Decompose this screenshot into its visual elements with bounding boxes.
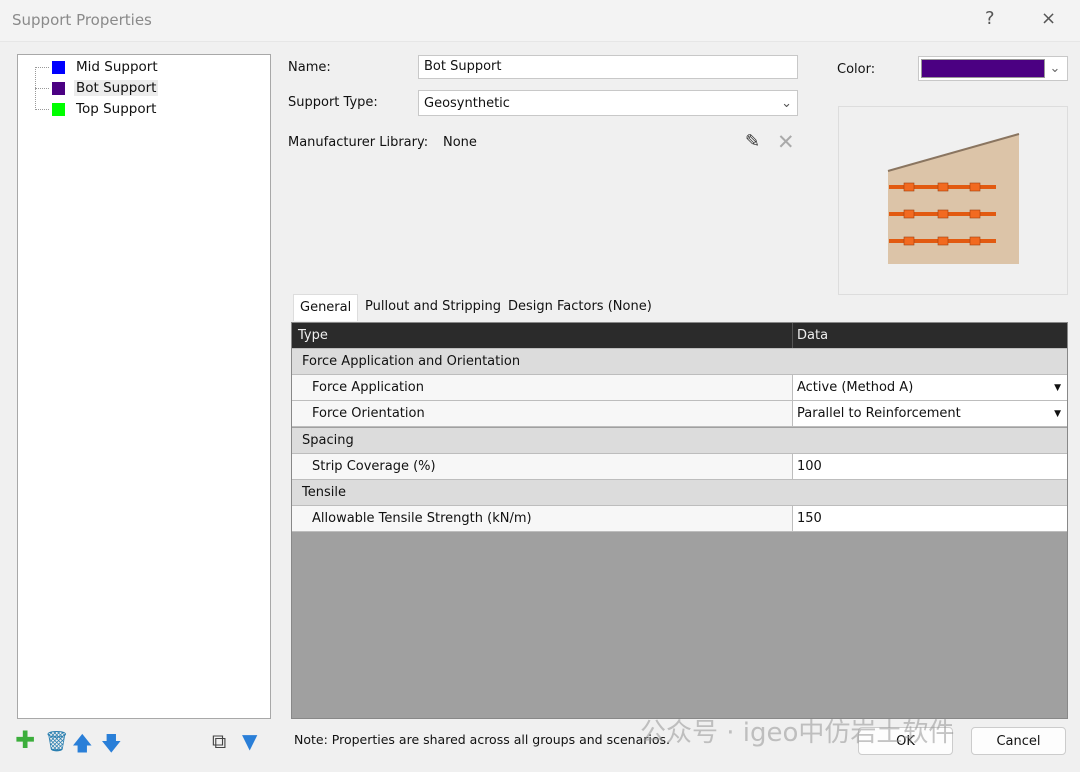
force-orientation-select[interactable]: Parallel to Reinforcement ▼ bbox=[793, 401, 1067, 426]
support-type-value: Geosynthetic bbox=[424, 95, 510, 111]
arrow-down-icon[interactable]: 🡇 bbox=[101, 729, 122, 763]
property-name: Force Application bbox=[292, 375, 793, 400]
clear-x-icon[interactable]: ✕ bbox=[777, 130, 795, 154]
trash-icon[interactable]: 🗑 bbox=[44, 729, 69, 753]
color-picker[interactable]: ⌄ bbox=[918, 56, 1068, 81]
tree-item-top-support[interactable]: Top Support bbox=[52, 99, 158, 119]
table-row[interactable]: Strip Coverage (%) 100 bbox=[292, 454, 1067, 480]
name-label: Name: bbox=[288, 60, 331, 75]
tree-item-label: Bot Support bbox=[74, 80, 159, 96]
color-swatch bbox=[52, 102, 65, 116]
group-row: Force Application and Orientation bbox=[292, 349, 1067, 375]
tab-pullout-and-stripping[interactable]: Pullout and Stripping bbox=[359, 294, 507, 321]
property-value: Parallel to Reinforcement bbox=[797, 406, 961, 421]
tensile-strength-input[interactable]: 150 bbox=[793, 506, 1067, 531]
strip-coverage-input[interactable]: 100 bbox=[793, 454, 1067, 479]
help-button[interactable]: ? bbox=[985, 8, 995, 29]
support-preview bbox=[838, 106, 1068, 295]
close-button[interactable]: × bbox=[1041, 8, 1056, 29]
color-label: Color: bbox=[837, 62, 876, 77]
header-data: Data bbox=[797, 328, 829, 343]
filter-icon[interactable]: ▼ bbox=[242, 729, 257, 753]
reinforced-wall-illustration bbox=[887, 133, 1020, 264]
chevron-down-icon: ⌄ bbox=[781, 95, 792, 111]
footer-note: Note: Properties are shared across all g… bbox=[294, 732, 670, 747]
property-name: Allowable Tensile Strength (kN/m) bbox=[292, 506, 793, 531]
force-application-select[interactable]: Active (Method A) ▼ bbox=[793, 375, 1067, 400]
arrow-up-icon[interactable]: 🡅 bbox=[72, 729, 93, 763]
tab-general[interactable]: General bbox=[293, 294, 359, 321]
color-swatch bbox=[52, 60, 65, 74]
support-tree[interactable]: Mid Support Bot Support Top Support bbox=[17, 54, 271, 719]
name-input[interactable]: Bot Support bbox=[418, 55, 798, 79]
group-row: Spacing bbox=[292, 428, 1067, 454]
property-value: Active (Method A) bbox=[797, 380, 914, 395]
group-row: Tensile bbox=[292, 480, 1067, 506]
tree-item-bot-support[interactable]: Bot Support bbox=[52, 78, 159, 98]
support-type-label: Support Type: bbox=[288, 95, 378, 110]
dropdown-arrow-icon: ▼ bbox=[1054, 382, 1061, 393]
tree-item-mid-support[interactable]: Mid Support bbox=[52, 57, 160, 77]
manufacturer-library-label: Manufacturer Library: bbox=[288, 135, 429, 150]
property-name: Force Orientation bbox=[292, 401, 793, 426]
dropdown-arrow-icon: ▼ bbox=[1054, 408, 1061, 419]
table-row[interactable]: Force Application Active (Method A) ▼ bbox=[292, 375, 1067, 401]
header-type: Type bbox=[292, 323, 793, 348]
properties-grid: Type Data Force Application and Orientat… bbox=[291, 322, 1068, 719]
manufacturer-library-value: None bbox=[443, 135, 477, 150]
tree-item-label: Mid Support bbox=[76, 59, 158, 75]
window-title: Support Properties bbox=[12, 11, 152, 29]
add-icon[interactable]: ✚ bbox=[15, 726, 35, 754]
cancel-button[interactable]: Cancel bbox=[971, 727, 1066, 755]
pencil-icon[interactable]: ✎ bbox=[745, 131, 760, 152]
support-type-select[interactable]: Geosynthetic ⌄ bbox=[418, 90, 798, 116]
chevron-down-icon: ⌄ bbox=[1049, 61, 1061, 76]
copy-icon[interactable]: ⧉ bbox=[212, 729, 226, 753]
property-name: Strip Coverage (%) bbox=[292, 454, 793, 479]
color-swatch bbox=[921, 59, 1045, 78]
tab-design-factors[interactable]: Design Factors (None) bbox=[502, 294, 658, 321]
ok-button[interactable]: OK bbox=[858, 727, 953, 755]
tree-item-label: Top Support bbox=[76, 101, 157, 117]
color-swatch bbox=[52, 81, 65, 95]
table-row[interactable]: Force Orientation Parallel to Reinforcem… bbox=[292, 401, 1067, 427]
title-bar: Support Properties ? × bbox=[0, 0, 1080, 42]
grid-header: Type Data bbox=[292, 323, 1067, 349]
table-row[interactable]: Allowable Tensile Strength (kN/m) 150 bbox=[292, 506, 1067, 532]
